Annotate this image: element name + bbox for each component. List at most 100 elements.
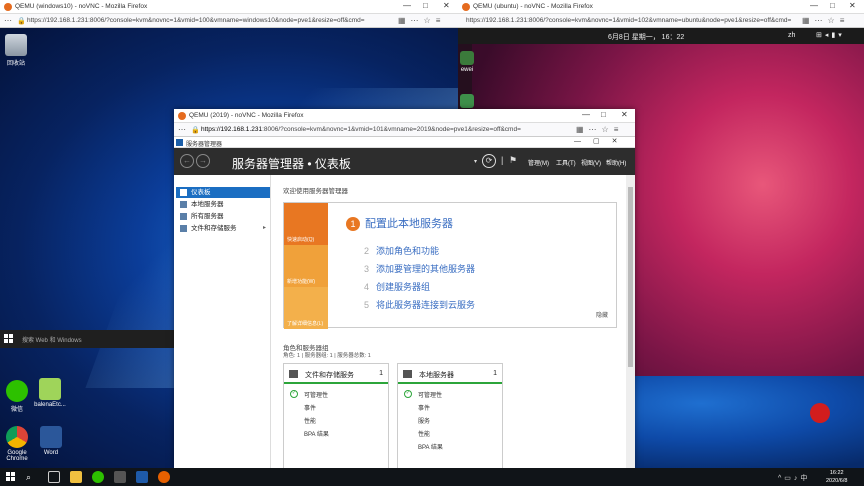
ubuntu-desktop-icon[interactable]: ewei xyxy=(458,51,482,73)
refresh-icon[interactable]: ⟳ xyxy=(482,154,496,168)
menu-tools[interactable]: 工具(T) xyxy=(556,158,576,167)
record-button-icon[interactable] xyxy=(810,403,830,423)
right-browser-urlbar[interactable]: https://192.168.1.231:8006/?console=kvm&… xyxy=(458,14,864,28)
step-add-roles[interactable]: 2 添加角色和功能 xyxy=(364,244,439,257)
left-browser-url[interactable]: https://192.168.1.231:8006/?console=kvm&… xyxy=(27,17,387,24)
chevron-right-icon[interactable]: ▸ xyxy=(263,223,266,234)
front-browser-url[interactable]: https://192.168.1.231:8006/?console=kvm&… xyxy=(201,126,571,133)
maximize-icon[interactable]: □ xyxy=(423,1,428,10)
chrome-icon xyxy=(6,426,28,448)
step-label: 创建服务器组 xyxy=(376,282,431,292)
window-controls[interactable]: —▢✕ xyxy=(574,137,629,145)
firefox-favicon-icon xyxy=(4,3,12,11)
close-icon[interactable]: ✕ xyxy=(849,1,856,10)
notification-flag-icon[interactable]: ⚑ xyxy=(509,155,517,166)
minimize-icon[interactable]: — xyxy=(582,110,590,119)
minimize-icon[interactable]: — xyxy=(810,1,818,10)
ubuntu-tray-icons[interactable]: ⊞◂▮▾ xyxy=(816,31,845,39)
maximize-icon[interactable]: □ xyxy=(830,1,835,10)
desktop-icon-label: Word xyxy=(43,450,59,456)
row-bpa[interactable]: BPA 结果 xyxy=(304,429,329,438)
menu-manage[interactable]: 管理(M) xyxy=(528,158,549,167)
row-performance[interactable]: 性能 xyxy=(304,416,316,425)
front-browser-urlbar[interactable]: ⋯ 🔒 https://192.168.1.231:8006/?console=… xyxy=(174,123,635,137)
step-number: 3 xyxy=(364,264,370,274)
left-browser-urlbar[interactable]: ⋯ 🔒 https://192.168.1.231:8006/?console=… xyxy=(0,14,458,28)
desktop-icon-label: Google Chrome xyxy=(6,450,28,462)
toolbar-icons[interactable]: ▦⋯☆≡ xyxy=(802,16,849,25)
windows-search-bar[interactable]: 搜索 Web 和 Windows xyxy=(0,330,175,348)
row-services[interactable]: 服务 xyxy=(418,416,430,425)
ubuntu-clock[interactable]: 6月8日 星期一， 16：22 xyxy=(608,32,684,42)
server-icon xyxy=(180,201,187,208)
step-number-badge: 1 xyxy=(346,217,360,231)
store-icon[interactable] xyxy=(114,471,126,483)
start-button-icon[interactable] xyxy=(6,472,16,482)
lock-icon: 🔒 xyxy=(17,18,26,25)
balena-desktop-icon[interactable]: balenaEtc... xyxy=(30,378,70,408)
roles-summary: 角色: 1 | 服务器组: 1 | 服务器总数: 1 xyxy=(283,353,371,359)
toolbar-icons[interactable]: ▦⋯☆≡ xyxy=(398,16,445,25)
minimize-icon[interactable]: — xyxy=(403,1,411,10)
sidebar-item-file-storage[interactable]: 文件和存储服务 ▸ xyxy=(176,223,270,234)
back-arrow-icon[interactable]: ← xyxy=(180,154,194,168)
recycle-bin-desktop-icon[interactable]: 回收站 xyxy=(0,34,36,67)
server-manager-app-icon xyxy=(176,139,183,146)
tile-label: 快速启动(Q) xyxy=(287,237,315,243)
row-manageability[interactable]: 可管理性 xyxy=(418,390,442,399)
vertical-scrollbar[interactable] xyxy=(626,175,635,468)
wechat-icon xyxy=(6,380,28,402)
row-bpa[interactable]: BPA 结果 xyxy=(418,442,443,451)
tile-learn-more[interactable]: 了解详细信息(L) xyxy=(284,287,328,329)
scrollbar-thumb[interactable] xyxy=(628,187,633,367)
step-number: 2 xyxy=(364,246,370,256)
ubuntu-trash-icon[interactable] xyxy=(458,94,482,110)
search-placeholder: 搜索 Web 和 Windows xyxy=(22,338,82,344)
search-icon[interactable]: ⌕ xyxy=(26,471,38,483)
app-icon[interactable] xyxy=(136,471,148,483)
word-desktop-icon[interactable]: Word xyxy=(31,426,71,456)
row-manageability[interactable]: 可管理性 xyxy=(304,390,328,399)
front-browser-window: QEMU (2019) - noVNC - Mozilla Firefox — … xyxy=(174,109,635,468)
role-card-count: 1 xyxy=(379,370,383,377)
taskbar-clock[interactable]: 16:22 2020/6/8 xyxy=(826,469,847,485)
toolbar-icons[interactable]: ▦⋯☆≡ xyxy=(576,125,623,134)
tile-whats-new[interactable]: 新增功能(W) xyxy=(284,245,328,287)
role-card-count: 1 xyxy=(493,370,497,377)
role-card-local-server[interactable]: 本地服务器 1 ✓ 可管理性 事件 服务 性能 BPA 结果 xyxy=(397,363,503,468)
menu-icon[interactable]: ⋯ xyxy=(4,16,12,25)
ubuntu-lang[interactable]: zh xyxy=(788,32,795,39)
divider-icon: | xyxy=(501,155,504,165)
sidebar-item-label: 仪表板 xyxy=(191,189,211,196)
right-browser-url[interactable]: https://192.168.1.231:8006/?console=kvm&… xyxy=(466,17,796,24)
step-configure-local-server[interactable]: 1 配置此本地服务器 xyxy=(346,215,453,231)
step-connect-cloud[interactable]: 5 将此服务器连接到云服务 xyxy=(364,298,475,311)
close-icon[interactable]: ✕ xyxy=(443,1,450,10)
sidebar-item-all-servers[interactable]: 所有服务器 xyxy=(176,211,270,222)
menu-help[interactable]: 帮助(H) xyxy=(606,158,626,167)
dropdown-icon[interactable]: ▾ xyxy=(474,158,477,165)
firefox-taskbar-icon[interactable] xyxy=(158,471,170,483)
sidebar-item-dashboard[interactable]: 仪表板 xyxy=(176,187,270,198)
file-explorer-icon[interactable] xyxy=(70,471,82,483)
windows-logo-icon[interactable] xyxy=(4,334,14,344)
row-events[interactable]: 事件 xyxy=(418,403,430,412)
task-view-icon[interactable] xyxy=(48,471,60,483)
row-events[interactable]: 事件 xyxy=(304,403,316,412)
storage-icon xyxy=(289,370,298,378)
step-add-servers[interactable]: 3 添加要管理的其他服务器 xyxy=(364,262,475,275)
close-icon[interactable]: ✕ xyxy=(621,110,628,119)
left-browser-title: QEMU (windows10) - noVNC - Mozilla Firef… xyxy=(15,3,148,10)
menu-view[interactable]: 视图(V) xyxy=(581,158,601,167)
system-tray-icons[interactable]: ^▭♪中 xyxy=(778,473,810,483)
row-performance[interactable]: 性能 xyxy=(418,429,430,438)
forward-arrow-icon[interactable]: → xyxy=(196,154,210,168)
role-card-file-storage[interactable]: 文件和存储服务 1 ✓ 可管理性 事件 性能 BPA 结果 xyxy=(283,363,389,468)
menu-icon[interactable]: ⋯ xyxy=(178,125,186,134)
step-create-group[interactable]: 4 创建服务器组 xyxy=(364,280,430,293)
hide-link[interactable]: 隐藏 xyxy=(596,310,608,319)
sidebar-item-local-server[interactable]: 本地服务器 xyxy=(176,199,270,210)
tile-quick-start[interactable]: 快速启动(Q) xyxy=(284,203,328,245)
wechat-taskbar-icon[interactable] xyxy=(92,471,104,483)
maximize-icon[interactable]: □ xyxy=(601,110,606,119)
